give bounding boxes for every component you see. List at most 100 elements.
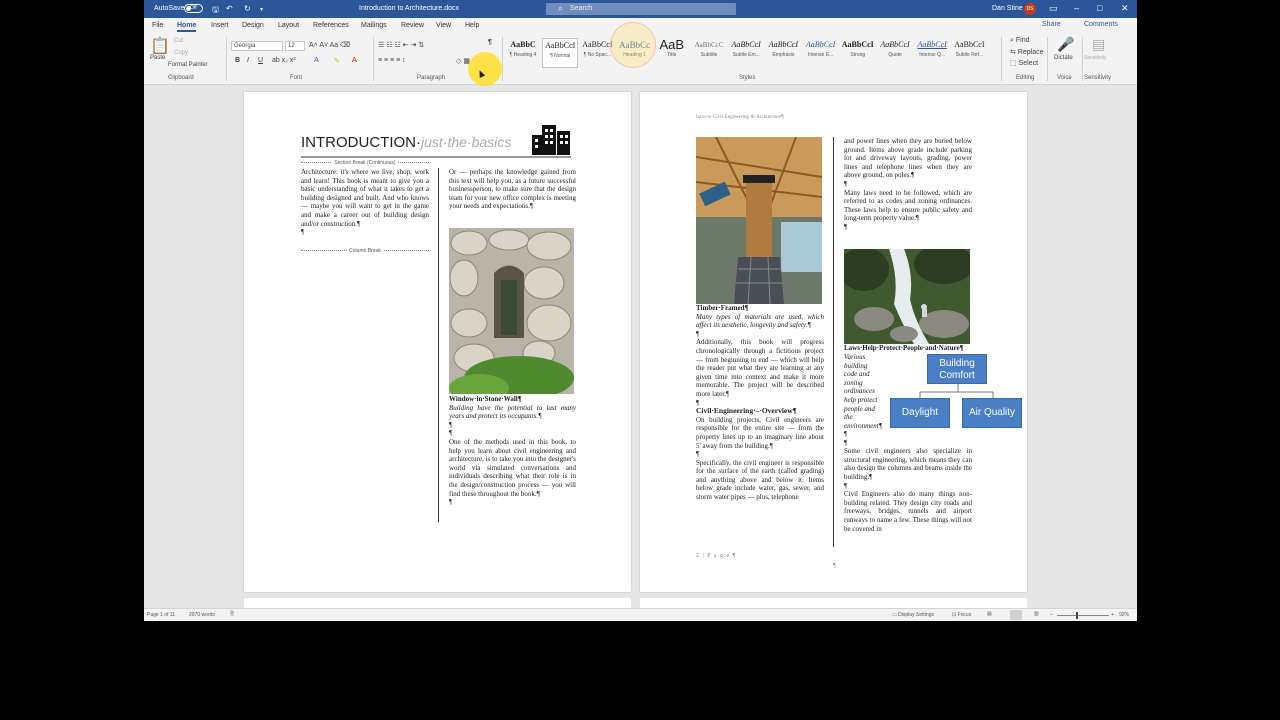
- ribbon-display-icon[interactable]: ▭: [1049, 3, 1058, 14]
- left-column[interactable]: Architecture: it's where we live, shop, …: [301, 168, 429, 237]
- underline-icon[interactable]: U: [258, 57, 263, 64]
- highlight-icon[interactable]: ✎: [334, 57, 340, 65]
- smartart-building-comfort[interactable]: Building Comfort: [927, 354, 987, 384]
- show-formatting-icon[interactable]: ¶: [488, 39, 492, 46]
- font-size-select[interactable]: 12: [285, 41, 305, 51]
- style-preview: AaBbC: [510, 40, 536, 49]
- style-item[interactable]: AaBbCcC Subtitle: [691, 38, 727, 68]
- autosave-toggle[interactable]: Off: [184, 4, 203, 13]
- tab-view[interactable]: View: [436, 22, 451, 29]
- microphone-icon[interactable]: 🎤: [1057, 36, 1074, 53]
- stone-wall-image[interactable]: [449, 228, 574, 394]
- style-item[interactable]: AaBbCcI Strong: [840, 38, 876, 68]
- italic-icon[interactable]: I: [247, 57, 249, 64]
- read-mode-icon[interactable]: ▤: [987, 611, 992, 617]
- page-count[interactable]: Page 1 of 11: [147, 612, 175, 618]
- user-name[interactable]: Dan Stine: [992, 5, 1023, 12]
- display-settings-button[interactable]: ▭ Display Settings: [892, 612, 934, 618]
- customize-qat-icon[interactable]: ▾: [260, 6, 263, 13]
- font-group-label: Font: [290, 75, 303, 81]
- style-item[interactable]: AaBbCcI Emphasis: [765, 38, 801, 68]
- paste-icon[interactable]: 📋: [150, 36, 170, 56]
- tab-home[interactable]: Home: [177, 22, 197, 32]
- share-button[interactable]: Share: [1042, 21, 1061, 28]
- zoom-slider-thumb[interactable]: [1076, 612, 1078, 619]
- font-name-select[interactable]: Georgia: [231, 41, 283, 51]
- document-canvas[interactable]: INTRODUCTION·just·the·basics Section Bre…: [144, 86, 1137, 608]
- bold-icon[interactable]: B: [235, 57, 240, 64]
- zoom-out-icon[interactable]: –: [1050, 612, 1053, 618]
- style-preview: AaBbCcI: [731, 40, 761, 49]
- copy-button[interactable]: Copy: [174, 50, 188, 56]
- style-item[interactable]: AaBbCcI Subtle Ref...: [951, 38, 987, 68]
- click-highlight-ring: [610, 22, 656, 68]
- style-item[interactable]: AaBbCcI Intense E...: [803, 38, 839, 68]
- search-input[interactable]: Search: [546, 3, 736, 15]
- page-1[interactable]: INTRODUCTION·just·the·basics Section Bre…: [244, 92, 631, 592]
- waterfall-image[interactable]: [844, 249, 970, 344]
- timber-framed-image[interactable]: [696, 137, 822, 304]
- left-column-text[interactable]: Timber·Framed¶ Many types of materials a…: [696, 304, 824, 502]
- tab-references[interactable]: References: [313, 22, 349, 29]
- tab-design[interactable]: Design: [242, 22, 264, 29]
- right-column-text[interactable]: and power lines when they are buried bel…: [844, 137, 972, 232]
- page-2[interactable]: Intro·to·Civil·Engineering·&·Architectur…: [640, 92, 1027, 592]
- text-effects-icon[interactable]: A: [314, 57, 319, 64]
- comments-button[interactable]: Comments: [1084, 21, 1118, 28]
- bullets-icon[interactable]: ☰ ☷ ☳ ⇤ ⇥ ⇅: [378, 41, 424, 49]
- style-preview: AaBbCcI: [545, 41, 576, 50]
- strikethrough-icon[interactable]: ab x₂ x²: [272, 57, 296, 64]
- align-left-icon[interactable]: ≡ ≡ ≡ ≡ ↕: [378, 57, 406, 64]
- style-item[interactable]: AaB Title: [654, 38, 690, 68]
- font-color-icon[interactable]: A: [352, 57, 357, 64]
- stone-wall-caption-block: Window·in·Stone·Wall¶ Building have the …: [449, 395, 576, 507]
- print-layout-icon[interactable]: [1010, 610, 1022, 620]
- right-column-text-2[interactable]: ¶ ¶ Some civil engineers also specialize…: [844, 430, 972, 533]
- format-painter-button[interactable]: Format Painter: [168, 62, 208, 68]
- close-icon[interactable]: ✕: [1121, 3, 1129, 14]
- tab-review[interactable]: Review: [401, 22, 424, 29]
- style-item[interactable]: AaBbCcI Subtle Em...: [728, 38, 764, 68]
- style-item[interactable]: AaBbC ¶ Heading 4: [505, 38, 541, 68]
- replace-button[interactable]: ⇆ Replace: [1010, 48, 1044, 56]
- avatar[interactable]: DS: [1024, 3, 1036, 15]
- undo-icon[interactable]: ↶: [226, 4, 233, 13]
- voice-group-label: Voice: [1057, 75, 1072, 81]
- page-footer: 2 | P a g e ¶: [696, 553, 737, 559]
- style-item[interactable]: AaBbCcI ¶ Normal: [542, 38, 579, 68]
- save-icon[interactable]: 🖫: [212, 4, 219, 18]
- proofing-icon[interactable]: 🗎: [230, 611, 234, 619]
- style-item[interactable]: AaBbCcI Quote: [877, 38, 913, 68]
- redo-icon[interactable]: ↻: [244, 4, 251, 13]
- focus-button[interactable]: ⊡ Focus: [952, 612, 971, 618]
- right-column[interactable]: Or — perhaps the knowledge gained from t…: [449, 168, 576, 211]
- select-button[interactable]: ⬚ Select: [1010, 59, 1038, 67]
- body-paragraph: One of the methods used in this book, to…: [449, 437, 576, 498]
- find-button[interactable]: ⌕ Find: [1010, 37, 1030, 45]
- smartart-air-quality[interactable]: Air Quality: [962, 398, 1022, 428]
- divider: [1047, 37, 1048, 81]
- paste-button[interactable]: Paste: [150, 55, 165, 61]
- pilcrow: ¶: [696, 450, 700, 459]
- zoom-slider[interactable]: [1057, 615, 1109, 616]
- grow-font-icon[interactable]: A˄ A˅ Aa ⌫: [309, 41, 350, 49]
- tab-file[interactable]: File: [152, 22, 163, 29]
- zoom-level[interactable]: 92%: [1119, 612, 1129, 618]
- dictate-button[interactable]: Dictate: [1054, 55, 1073, 61]
- minimize-icon[interactable]: –: [1074, 3, 1079, 13]
- tab-layout[interactable]: Layout: [278, 22, 299, 29]
- tab-insert[interactable]: Insert: [211, 22, 229, 29]
- sensitivity-icon[interactable]: ▤: [1092, 36, 1105, 53]
- web-layout-icon[interactable]: ▥: [1034, 611, 1039, 617]
- cut-button[interactable]: Cut: [174, 38, 183, 44]
- smartart-daylight[interactable]: Daylight: [890, 398, 950, 428]
- style-item[interactable]: AaBbCcI Intense Q...: [914, 38, 950, 68]
- tab-help[interactable]: Help: [465, 22, 479, 29]
- zoom-in-icon[interactable]: +: [1111, 612, 1114, 618]
- tab-mailings[interactable]: Mailings: [361, 22, 387, 29]
- body-paragraph-6: Some civil engineers also specialize in …: [844, 447, 972, 481]
- body-paragraph-7: Civil Engineers also do many things non-…: [844, 490, 972, 533]
- maximize-icon[interactable]: □: [1097, 3, 1102, 13]
- word-count[interactable]: 2970 words: [189, 612, 215, 618]
- sensitivity-button[interactable]: Sensitivity: [1084, 55, 1107, 61]
